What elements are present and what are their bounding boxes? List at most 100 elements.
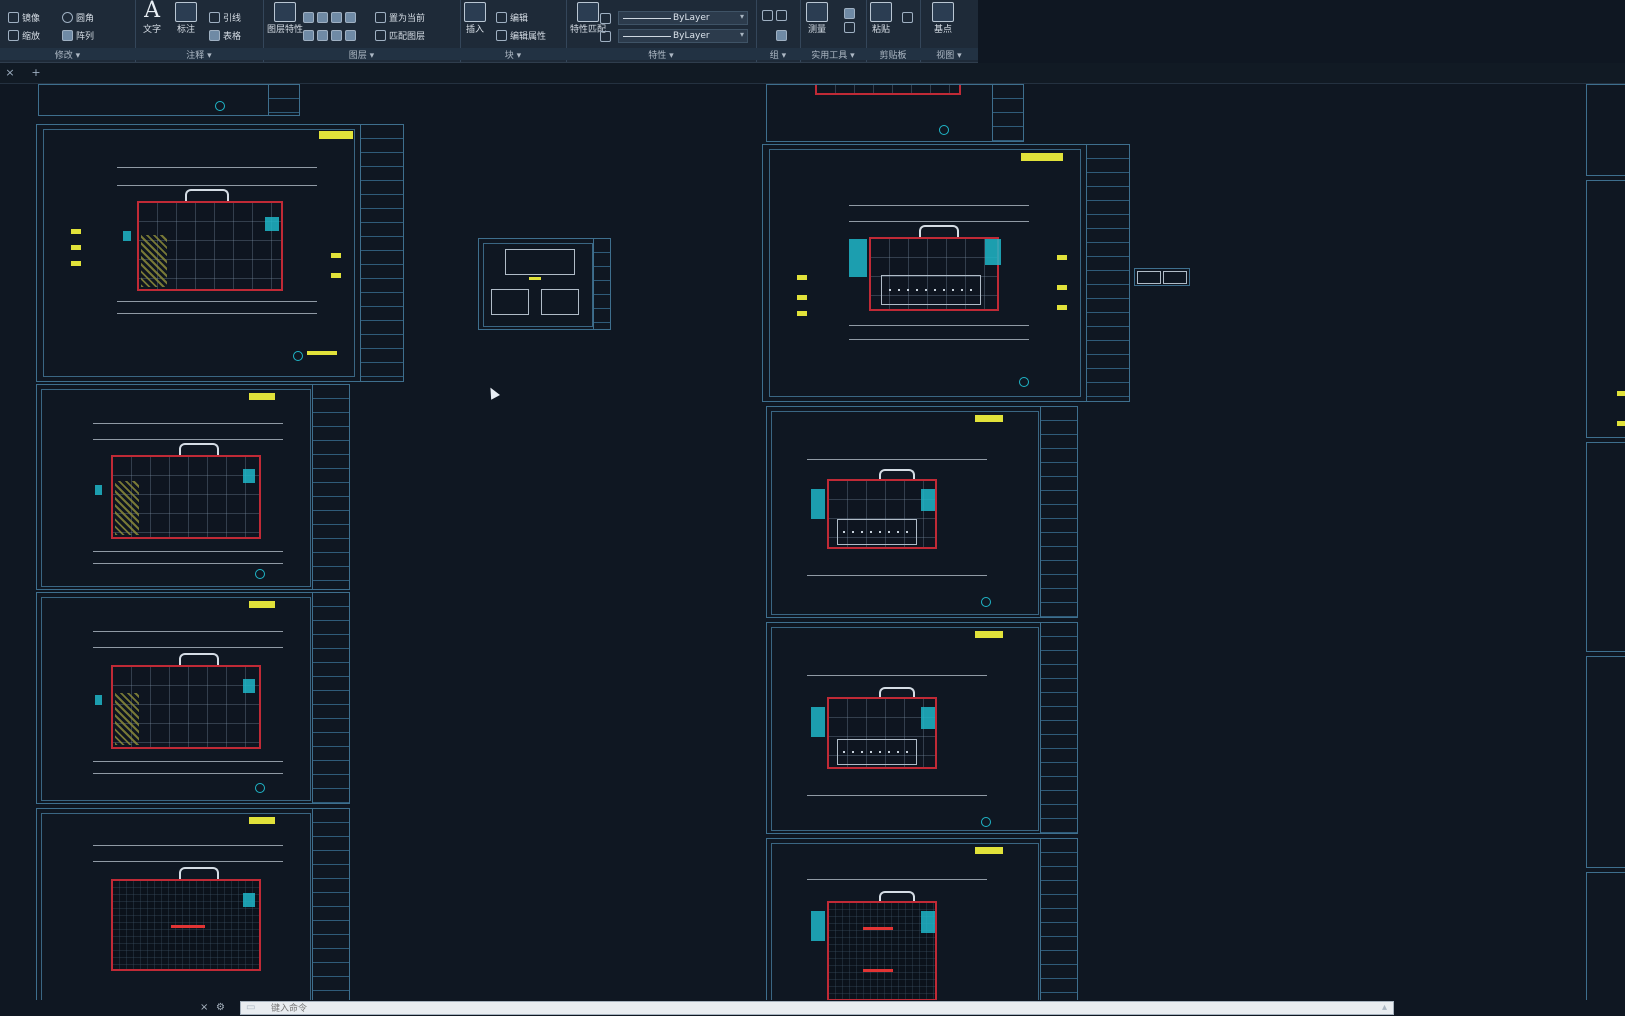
drawing-sheet[interactable] (38, 84, 300, 116)
drawing-canvas[interactable] (0, 84, 1625, 1000)
ribbon-panel-title-groups[interactable]: 组 ▾ (756, 48, 800, 61)
mini-sheet[interactable] (1134, 268, 1190, 286)
highlight-bar (863, 927, 893, 930)
stamp-icon (981, 597, 991, 607)
ribbon-panel-block: 插入 编辑 编辑属性 块 ▾ (460, 0, 567, 62)
drawing-sheet[interactable] (36, 124, 404, 382)
dimension-line (807, 459, 987, 460)
lineweight-dropdown[interactable]: ByLayer ▾ (618, 11, 748, 25)
ribbon-panel-title-utilities[interactable]: 实用工具 ▾ (800, 48, 866, 61)
title-block (312, 809, 349, 1000)
fillet-button[interactable]: 圆角 (62, 10, 94, 24)
set-current-button[interactable]: 置为当前 (375, 10, 425, 24)
dimension-line (849, 325, 1029, 326)
lineweight-icon (600, 12, 611, 24)
group-select-button[interactable] (776, 28, 787, 42)
dimension-line (93, 761, 283, 762)
ribbon-panel-title-modify[interactable]: 修改 ▾ (0, 48, 135, 61)
stair-block (243, 893, 255, 907)
layer-tools-row-2[interactable] (303, 28, 356, 42)
stair-block (95, 695, 102, 705)
dimension-button[interactable]: 标注 (175, 2, 197, 35)
ribbon-panel-title-view[interactable]: 视图 ▾ (920, 48, 978, 61)
linetype-dropdown[interactable]: ByLayer ▾ (618, 29, 748, 43)
hatch-area (115, 481, 139, 535)
ribbon-panel-title-layers[interactable]: 图层 ▾ (263, 48, 460, 61)
ribbon-panel-title-annotation[interactable]: 注释 ▾ (135, 48, 263, 61)
chevron-up-icon[interactable]: ▴ (1382, 1002, 1387, 1013)
dimension-line (117, 167, 317, 168)
array-button[interactable]: 阵列 (62, 28, 94, 42)
annotation-tag (71, 261, 81, 266)
close-icon[interactable]: × (200, 1002, 208, 1013)
dimension-line (117, 301, 317, 302)
scale-button[interactable]: 缩放 (8, 28, 40, 42)
drawing-sheet[interactable] (766, 84, 1024, 142)
dimension-line (849, 205, 1029, 206)
base-point-button[interactable]: 基点 (932, 2, 954, 35)
group-button[interactable] (762, 8, 787, 22)
drawing-sheet[interactable] (766, 838, 1078, 1000)
match-properties-icon (577, 2, 599, 22)
drawing-sheet[interactable] (1586, 656, 1625, 868)
leader-button[interactable]: 引线 (209, 10, 241, 24)
wrench-icon[interactable]: ⚙ (216, 1002, 225, 1013)
fillet-icon (62, 11, 73, 23)
array-icon (62, 29, 73, 41)
layer-lock-icon (331, 11, 342, 23)
utilities-extra[interactable] (844, 8, 855, 42)
paste-button[interactable]: 粘贴 (870, 2, 892, 35)
title-block (360, 125, 403, 381)
measure-button[interactable]: 测量 (806, 2, 828, 35)
text-button[interactable]: A 文字 (143, 0, 161, 35)
layer-tools-row-1[interactable] (303, 10, 356, 24)
new-tab-button[interactable]: + (28, 65, 44, 81)
drawing-sheet[interactable] (1586, 442, 1625, 652)
title-block (312, 593, 349, 803)
copy-clip-button[interactable] (902, 10, 913, 24)
base-point-icon (932, 2, 954, 22)
table-button[interactable]: 表格 (209, 28, 241, 42)
hatch-area (115, 693, 139, 745)
chevron-down-icon: ▾ (739, 30, 744, 39)
drawing-sheet[interactable] (762, 144, 1130, 402)
dimension-line (849, 221, 1029, 222)
ribbon-panel-title-block[interactable]: 块 ▾ (460, 48, 566, 61)
title-tag (249, 817, 275, 824)
layer-properties-button[interactable]: 图层特性 (267, 2, 303, 35)
ribbon-panel-modify: 镜像 圆角 缩放 阵列 修改 ▾ (0, 0, 136, 62)
edit-attributes-button[interactable]: 编辑属性 (496, 28, 546, 42)
dimension-line (807, 879, 987, 880)
close-tab-button[interactable]: × (2, 65, 18, 81)
ribbon-panel-title-clipboard[interactable]: 剪贴板 (866, 48, 920, 61)
stair-block (811, 911, 825, 941)
match-layer-button[interactable]: 匹配图层 (375, 28, 425, 42)
command-input[interactable] (240, 1001, 1394, 1015)
drawing-sheet[interactable] (1586, 872, 1625, 1000)
drawing-sheet[interactable] (1586, 84, 1625, 176)
ribbon-panel-utilities: 测量 实用工具 ▾ (800, 0, 867, 62)
stair-block (123, 231, 131, 241)
title-tag (975, 631, 1003, 638)
stamp-icon (293, 351, 303, 361)
detail-sheet[interactable] (478, 238, 611, 330)
stair-block (985, 239, 1001, 265)
drawing-sheet[interactable] (766, 622, 1078, 834)
drawing-sheet[interactable] (36, 592, 350, 804)
drawing-sheet[interactable] (766, 406, 1078, 618)
drawing-sheet[interactable] (36, 808, 350, 1000)
block-edit-button[interactable]: 编辑 (496, 10, 528, 24)
title-block (1086, 145, 1129, 401)
chevron-down-icon: ▾ (739, 12, 744, 21)
stair-block (811, 707, 825, 737)
insert-button[interactable]: 插入 (464, 2, 486, 35)
stamp-icon (939, 125, 949, 135)
highlight-bar (863, 969, 893, 972)
drawing-sheet[interactable] (1586, 180, 1625, 438)
drawing-sheet[interactable] (36, 384, 350, 590)
mirror-button[interactable]: 镜像 (8, 10, 40, 24)
layer-uniso-icon (345, 29, 356, 41)
ribbon-panel-title-properties[interactable]: 特性 ▾ (566, 48, 756, 61)
ribbon-panel-view: 基点 视图 ▾ (920, 0, 978, 62)
highlight-bar (171, 925, 205, 928)
